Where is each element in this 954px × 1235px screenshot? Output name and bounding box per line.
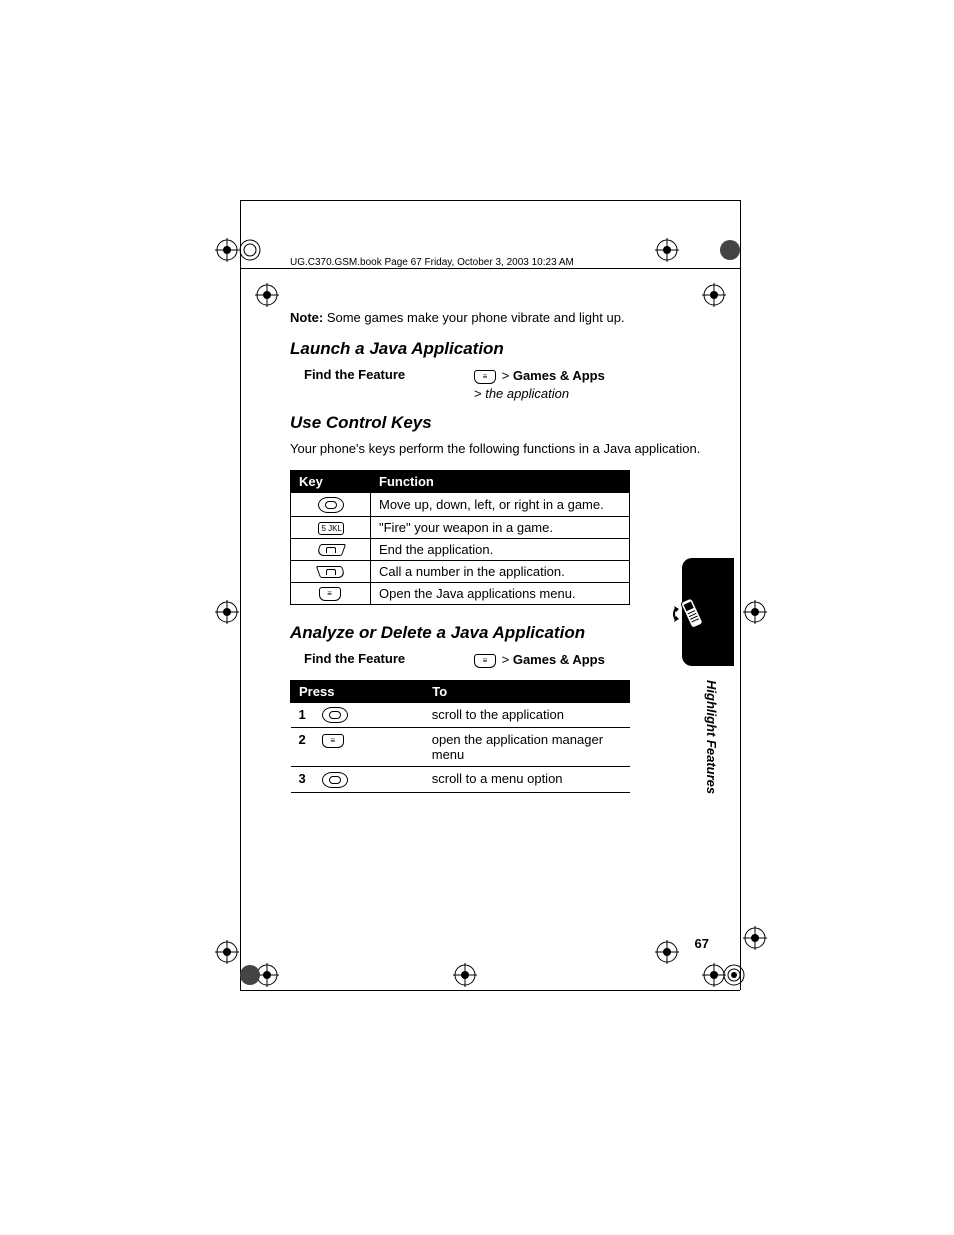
key-5-icon: 5 JKL [318, 522, 344, 535]
control-keys-table: Key Function Move up, down, left, or rig… [290, 470, 630, 605]
table-row: 1 scroll to the application [291, 702, 630, 728]
section-title-control-keys: Use Control Keys [290, 413, 720, 433]
func-text: "Fire" your weapon in a game. [371, 516, 630, 538]
phone-icon [670, 594, 710, 634]
col-header-key: Key [291, 471, 371, 493]
func-text: Open the Java applications menu. [371, 582, 630, 605]
col-header-to: To [424, 680, 630, 702]
registration-mark-icon [655, 238, 679, 262]
table-row: ≡ Open the Java applications menu. [291, 582, 630, 605]
func-text: End the application. [371, 538, 630, 560]
crop-line [740, 200, 741, 990]
section-title-analyze-delete: Analyze or Delete a Java Application [290, 623, 720, 643]
find-feature-row: Find the Feature ≡ > Games & Apps [290, 651, 720, 669]
crop-line [240, 268, 740, 269]
feature-path: ≡ > Games & Apps [474, 651, 605, 669]
end-key-icon [315, 544, 345, 556]
table-row: 2 ≡ open the application manager menu [291, 728, 630, 767]
feature-path: ≡ > Games & Apps > the application [474, 367, 605, 403]
step-number: 1 [291, 702, 314, 728]
col-header-function: Function [371, 471, 630, 493]
func-text: Call a number in the application. [371, 560, 630, 582]
section-title-launch: Launch a Java Application [290, 339, 720, 359]
registration-mark-icon [255, 283, 279, 307]
gt: > [502, 368, 510, 383]
table-row: End the application. [291, 538, 630, 560]
nav-key-icon [318, 497, 344, 513]
corner-dot-icon [718, 238, 742, 262]
control-keys-body: Your phone's keys perform the following … [290, 441, 720, 458]
registration-mark-icon [702, 283, 726, 307]
registration-mark-icon [215, 940, 239, 964]
func-text: Move up, down, left, or right in a game. [371, 493, 630, 517]
send-key-icon [315, 566, 345, 578]
step-desc: scroll to the application [424, 702, 630, 728]
registration-mark-icon [215, 600, 239, 624]
crop-line [240, 200, 241, 990]
corner-dot-icon [238, 963, 262, 987]
table-row: 3 scroll to a menu option [291, 767, 630, 793]
gt: > [474, 386, 482, 401]
table-row: 5 JKL "Fire" your weapon in a game. [291, 516, 630, 538]
page-number: 67 [695, 936, 709, 951]
gt: > [502, 652, 510, 667]
note-body: Some games make your phone vibrate and l… [323, 310, 624, 325]
crop-line [240, 200, 740, 201]
registration-mark-icon [743, 926, 767, 950]
print-header-path: UG.C370.GSM.book Page 67 Friday, October… [290, 257, 574, 268]
note-text: Note: Some games make your phone vibrate… [290, 310, 720, 325]
menu-key-icon: ≡ [474, 370, 496, 384]
path-games-apps: Games & Apps [513, 368, 605, 383]
col-header-press: Press [291, 680, 424, 702]
table-row: Call a number in the application. [291, 560, 630, 582]
nav-key-icon [322, 772, 348, 788]
registration-mark-icon [743, 600, 767, 624]
path-the-application: the application [485, 386, 569, 401]
step-number: 2 [291, 728, 314, 767]
menu-key-icon: ≡ [322, 734, 344, 748]
nav-key-icon [322, 707, 348, 723]
step-desc: open the application manager menu [424, 728, 630, 767]
thumb-tab [682, 558, 734, 666]
menu-key-icon: ≡ [474, 654, 496, 668]
corner-dot-icon [722, 963, 746, 987]
path-games-apps: Games & Apps [513, 652, 605, 667]
step-number: 3 [291, 767, 314, 793]
find-feature-label: Find the Feature [304, 651, 474, 666]
step-desc: scroll to a menu option [424, 767, 630, 793]
find-feature-row: Find the Feature ≡ > Games & Apps > the … [290, 367, 720, 403]
press-to-table: Press To 1 scroll to the application 2 ≡… [290, 680, 630, 793]
registration-mark-icon [453, 963, 477, 987]
side-section-label: Highlight Features [704, 680, 719, 794]
menu-key-icon: ≡ [319, 587, 341, 601]
table-row: Move up, down, left, or right in a game. [291, 493, 630, 517]
registration-mark-icon [215, 238, 239, 262]
crop-line [240, 990, 740, 991]
note-label: Note: [290, 310, 323, 325]
find-feature-label: Find the Feature [304, 367, 474, 382]
corner-dot-icon [238, 238, 262, 262]
registration-mark-icon [655, 940, 679, 964]
